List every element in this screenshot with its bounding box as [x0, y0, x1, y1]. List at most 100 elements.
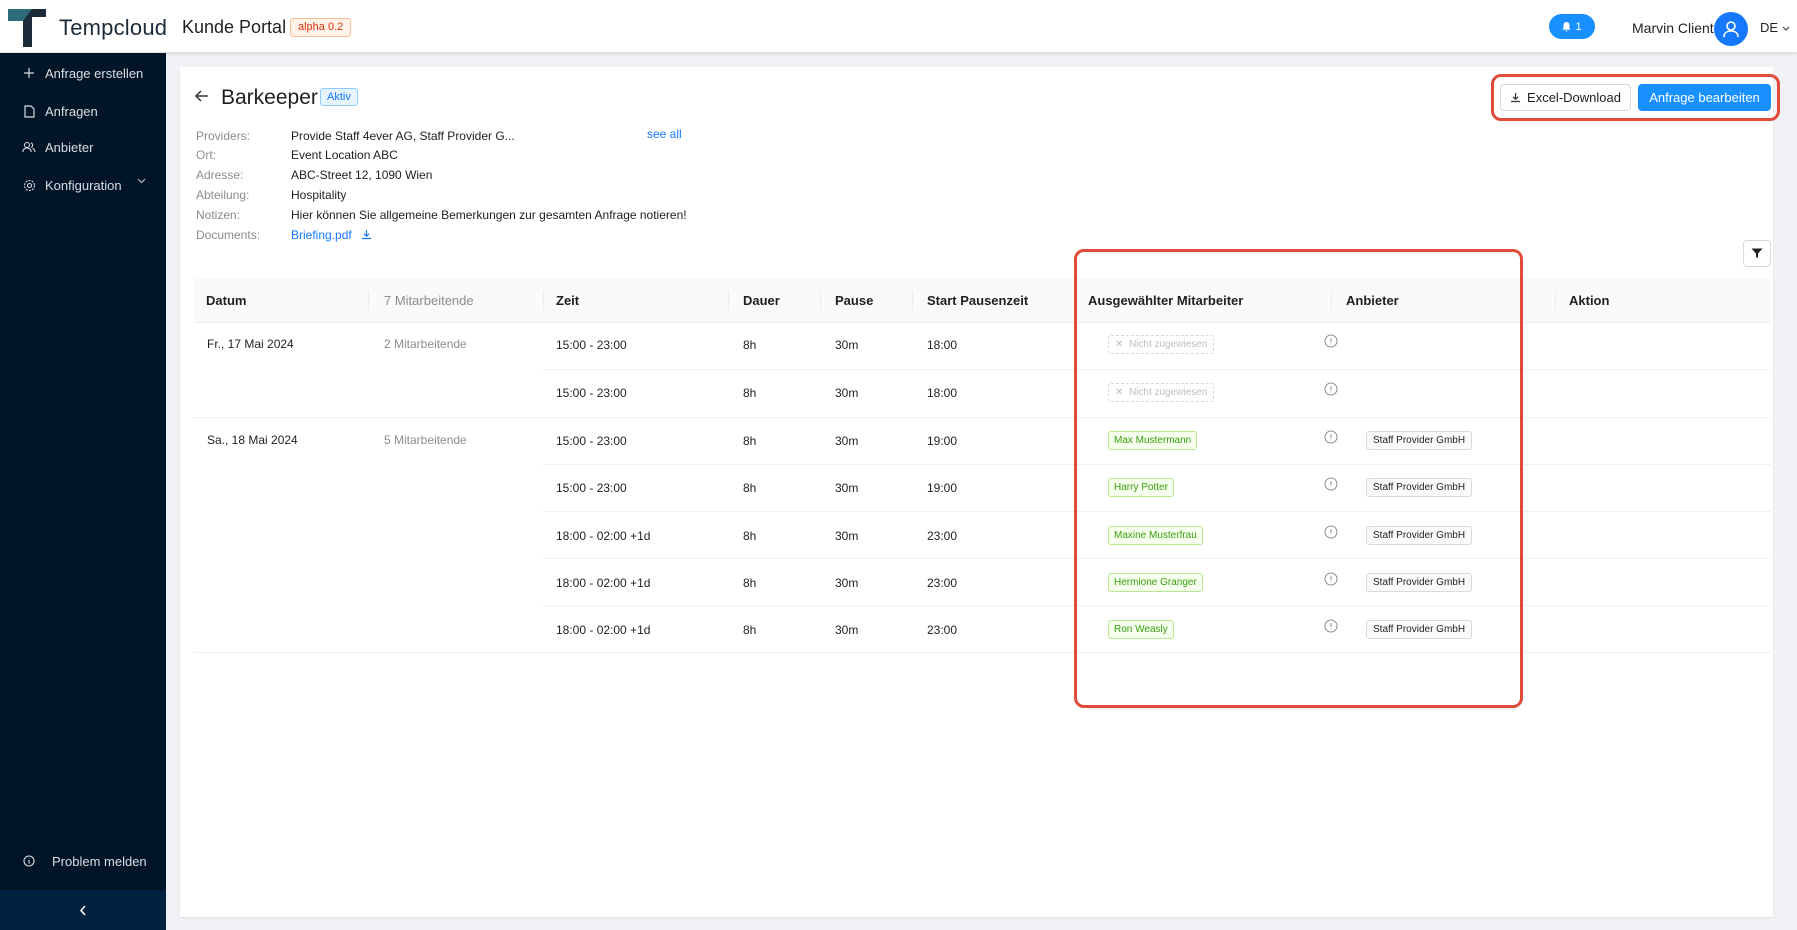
- sidebar-item-label: Anfrage erstellen: [45, 65, 144, 81]
- document-link-label: Briefing.pdf: [291, 228, 352, 242]
- chevron-down-icon: [1782, 26, 1790, 31]
- provider-tag: Staff Provider GmbH: [1366, 431, 1473, 450]
- row-pause: 30m: [835, 481, 859, 495]
- row-pause-start: 23:00: [927, 623, 958, 637]
- row-pause-start: 23:00: [927, 576, 958, 590]
- comment-icon[interactable]: [1324, 572, 1338, 586]
- comment-icon[interactable]: [1324, 430, 1338, 444]
- meta-label-ort: Ort:: [196, 148, 216, 162]
- group-count: 2 Mitarbeitende: [384, 337, 467, 351]
- report-problem-button[interactable]: Problem melden: [0, 845, 166, 877]
- comment-icon[interactable]: [1324, 477, 1338, 491]
- version-badge: alpha 0.2: [290, 18, 352, 37]
- see-all-link[interactable]: see all: [647, 127, 682, 141]
- sidebar-item-anfrage-erstellen[interactable]: Anfrage erstellen: [0, 57, 166, 89]
- provider-tag: Staff Provider GmbH: [1366, 478, 1473, 497]
- meta-label-documents: Documents:: [196, 228, 261, 242]
- row-pause-start: 19:00: [927, 481, 958, 495]
- sidebar-item-label: Anbieter: [45, 139, 94, 155]
- employee-tag[interactable]: Harry Potter: [1108, 478, 1174, 497]
- sidebar-item-label: Anfragen: [45, 103, 98, 119]
- column-header-provider: Anbieter: [1346, 293, 1399, 308]
- notification-button[interactable]: 1: [1549, 14, 1595, 39]
- tempcloud-logo[interactable]: [8, 9, 46, 47]
- unassigned-tag[interactable]: ✕ Nicht zugewiesen: [1108, 383, 1215, 402]
- column-header-count: 7 Mitarbeitende: [384, 293, 474, 308]
- status-badge: Aktiv: [320, 88, 358, 106]
- employee-tag[interactable]: Maxine Musterfrau: [1108, 526, 1203, 545]
- row-duration: 8h: [743, 434, 757, 448]
- info-icon: [22, 854, 36, 868]
- sidebar: Anfrage erstellen Anfragen Anbieter Konf…: [0, 53, 166, 930]
- brand-name: Tempcloud: [59, 15, 168, 40]
- row-time: 15:00 - 23:00: [556, 338, 627, 352]
- meta-value-providers: Provide Staff 4ever AG, Staff Provider G…: [291, 129, 515, 143]
- column-header-dauer: Dauer: [743, 293, 780, 308]
- row-duration: 8h: [743, 529, 757, 543]
- table-header: Datum 7 Mitarbeitende Zeit Dauer Pause S…: [194, 278, 1771, 323]
- row-divider: [543, 605, 1771, 606]
- chevron-down-icon: [137, 178, 146, 184]
- meta-value-ort: Event Location ABC: [291, 148, 398, 162]
- edit-request-button[interactable]: Anfrage bearbeiten: [1638, 84, 1771, 111]
- row-duration: 8h: [743, 338, 757, 352]
- row-pause: 30m: [835, 386, 859, 400]
- meta-label-adresse: Adresse:: [196, 168, 244, 182]
- download-icon: [362, 230, 372, 240]
- chevron-left-icon: [79, 905, 86, 915]
- meta-value-notizen: Hier können Sie allgemeine Bemerkungen z…: [291, 208, 687, 222]
- back-arrow-icon[interactable]: [193, 87, 211, 105]
- user-name[interactable]: Marvin Client: [1632, 20, 1714, 36]
- row-pause: 30m: [835, 576, 859, 590]
- employee-tag[interactable]: Hermione Granger: [1108, 573, 1203, 592]
- row-pause-start: 19:00: [927, 434, 958, 448]
- filter-button[interactable]: [1743, 240, 1771, 267]
- meta-value-abteilung: Hospitality: [291, 188, 347, 202]
- provider-tag: Staff Provider GmbH: [1366, 573, 1473, 592]
- sidebar-item-anbieter[interactable]: Anbieter: [0, 131, 166, 163]
- column-divider: [820, 291, 821, 311]
- employee-tag[interactable]: Max Mustermann: [1108, 431, 1198, 450]
- portal-name: Kunde Portal: [182, 17, 287, 37]
- comment-icon[interactable]: [1324, 382, 1338, 396]
- row-time: 15:00 - 23:00: [556, 386, 627, 400]
- sidebar-item-konfiguration[interactable]: Konfiguration: [0, 169, 166, 201]
- file-icon: [22, 104, 36, 118]
- column-header-employee: Ausgewählter Mitarbeiter: [1088, 293, 1244, 308]
- row-time: 18:00 - 02:00 +1d: [556, 576, 651, 590]
- row-pause-start: 23:00: [927, 529, 958, 543]
- sidebar-item-anfragen[interactable]: Anfragen: [0, 95, 166, 127]
- meta-label-notizen: Notizen:: [196, 208, 241, 222]
- column-header-datum: Datum: [206, 293, 247, 308]
- column-header-zeit: Zeit: [556, 293, 580, 308]
- unassigned-label: Nicht zugewiesen: [1128, 387, 1208, 398]
- group-date: Fr., 17 Mai 2024: [207, 337, 294, 351]
- row-time: 15:00 - 23:00: [556, 481, 627, 495]
- row-pause-start: 18:00: [927, 338, 958, 352]
- unassigned-tag[interactable]: ✕ Nicht zugewiesen: [1108, 335, 1215, 354]
- row-divider: [543, 369, 1771, 370]
- row-time: 18:00 - 02:00 +1d: [556, 529, 651, 543]
- row-pause: 30m: [835, 623, 859, 637]
- excel-download-label: Excel-Download: [1527, 90, 1621, 105]
- row-pause: 30m: [835, 434, 859, 448]
- row-duration: 8h: [743, 576, 757, 590]
- row-time: 18:00 - 02:00 +1d: [556, 623, 651, 637]
- bell-icon: [1562, 21, 1572, 31]
- notification-count: 1: [1575, 20, 1582, 33]
- meta-label-abteilung: Abteilung:: [196, 188, 250, 202]
- employee-tag[interactable]: Ron Weasly: [1108, 620, 1174, 639]
- column-header-pause: Pause: [835, 293, 874, 308]
- document-link[interactable]: Briefing.pdf: [291, 228, 372, 242]
- row-pause: 30m: [835, 529, 859, 543]
- comment-icon[interactable]: [1324, 525, 1338, 539]
- column-divider: [912, 291, 913, 311]
- comment-icon[interactable]: [1324, 619, 1338, 633]
- meta-value-adresse: ABC-Street 12, 1090 Wien: [291, 168, 433, 182]
- column-divider: [368, 291, 369, 311]
- sidebar-collapse-button[interactable]: [0, 890, 166, 930]
- avatar[interactable]: [1714, 12, 1748, 46]
- excel-download-button[interactable]: Excel-Download: [1500, 84, 1631, 111]
- language-selector[interactable]: DE: [1760, 20, 1790, 35]
- comment-icon[interactable]: [1324, 334, 1338, 348]
